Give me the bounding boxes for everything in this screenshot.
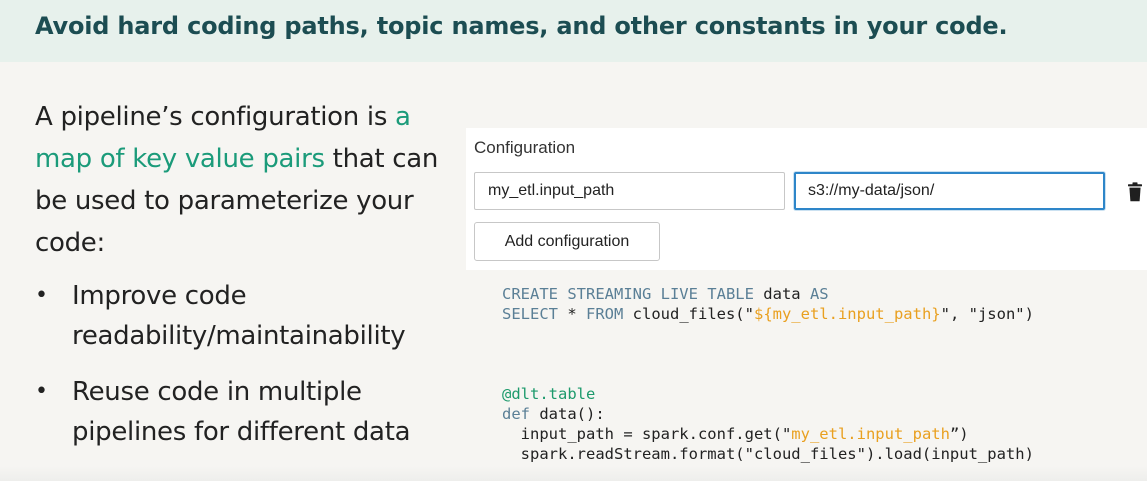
bullet-glyph: • [35, 379, 48, 404]
python-keyword: def [502, 405, 530, 423]
sql-keyword: SELECT [502, 305, 558, 323]
python-line-end: ”) [949, 425, 969, 443]
trash-icon[interactable] [1126, 182, 1144, 202]
python-code-block: @dlt.table def data(): input_path = spar… [502, 384, 1034, 464]
configuration-label: Configuration [474, 138, 576, 157]
sql-keyword: AS [809, 285, 829, 303]
sql-table-name: data [753, 285, 810, 303]
python-decorator: @dlt.table [502, 385, 596, 403]
bullet-text: Improve code readability/maintainability [72, 281, 406, 351]
bullet-text: Reuse code in multiple pipelines for dif… [72, 377, 411, 447]
add-configuration-button[interactable]: Add configuration [474, 222, 660, 261]
sql-code-block: CREATE STREAMING LIVE TABLE data AS SELE… [502, 284, 1034, 324]
intro-text: A pipeline’s configuration is [35, 102, 396, 132]
sql-function: cloud_files(" [623, 305, 754, 323]
sql-keyword: FROM [586, 305, 624, 323]
sql-keyword: CREATE STREAMING LIVE TABLE [502, 285, 754, 303]
bullet-glyph: • [35, 283, 48, 308]
benefits-list: • Improve code readability/maintainabilit… [35, 276, 465, 468]
sql-star: * [558, 305, 586, 323]
footer-band [0, 466, 1147, 481]
sql-config-variable: ${my_etl.input_path} [753, 305, 941, 323]
sql-function-args: ", "json") [940, 305, 1034, 323]
python-line: input_path = spark.conf.get(" [502, 425, 792, 443]
python-config-key: my_etl.input_path [791, 425, 950, 443]
python-def-name: data(): [530, 405, 605, 423]
python-line: spark.readStream.format("cloud_files").l… [502, 445, 1034, 463]
configuration-panel: Configuration Add configuration [466, 128, 1147, 270]
config-key-input[interactable] [474, 172, 785, 210]
config-value-input[interactable] [794, 172, 1105, 210]
list-item: • Reuse code in multiple pipelines for di… [35, 372, 465, 452]
slide-title: Avoid hard coding paths, topic names, an… [35, 12, 1008, 40]
list-item: • Improve code readability/maintainabilit… [35, 276, 465, 356]
intro-paragraph: A pipeline’s configuration is a map of k… [35, 96, 455, 264]
